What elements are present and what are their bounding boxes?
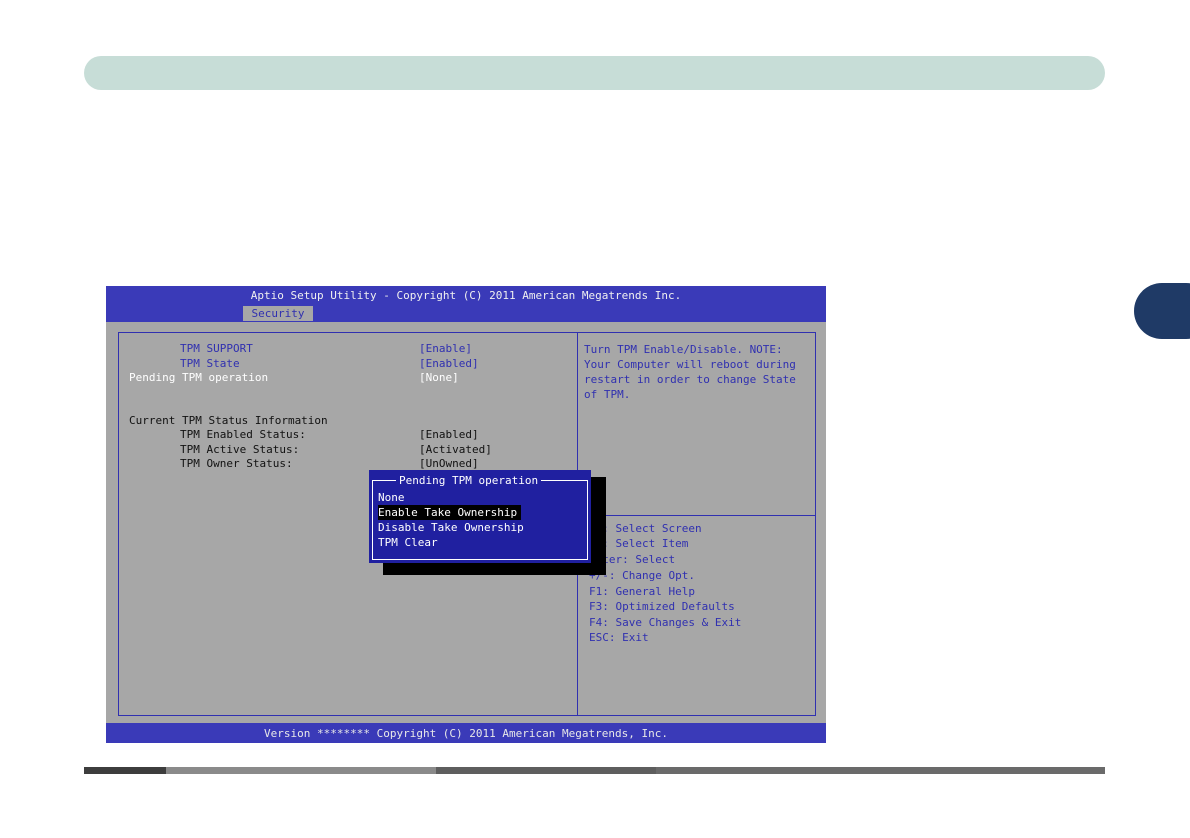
help-text: Turn TPM Enable/Disable. NOTE: Your Comp… <box>584 343 796 401</box>
tab-security[interactable]: Security <box>243 306 313 321</box>
key-general-help: F1: General Help <box>589 585 695 598</box>
pending-tpm-popup: Pending TPM operation None Enable Take O… <box>369 470 591 563</box>
status-heading: Current TPM Status Information <box>129 414 328 427</box>
setting-label-tpm-support[interactable]: TPM SUPPORT <box>180 341 253 356</box>
popup-option-tpm-clear[interactable]: TPM Clear <box>378 535 438 550</box>
footer-rule <box>84 767 1105 774</box>
key-esc-exit: ESC: Exit <box>589 631 649 644</box>
bios-title: Aptio Setup Utility - Copyright (C) 2011… <box>250 289 682 302</box>
page-header-bar <box>84 56 1105 90</box>
status-label-enabled: TPM Enabled Status: <box>180 428 306 441</box>
setting-label-pending-tpm[interactable]: Pending TPM operation <box>129 370 268 385</box>
key-optimized-defaults: F3: Optimized Defaults <box>589 600 735 613</box>
popup-option-disable-take-ownership[interactable]: Disable Take Ownership <box>378 520 524 535</box>
setting-value-tpm-state[interactable]: [Enabled] <box>419 356 479 371</box>
status-value-owner: [UnOwned] <box>419 457 479 470</box>
key-save-exit: F4: Save Changes & Exit <box>589 616 742 629</box>
popup-option-none[interactable]: None <box>378 490 405 505</box>
footer-rule-segment <box>166 767 436 774</box>
status-label-active: TPM Active Status: <box>180 443 300 456</box>
status-value-active: [Activated] <box>419 443 492 456</box>
help-divider <box>578 515 815 516</box>
bios-version: Version ******** Copyright (C) 2011 Amer… <box>264 727 668 740</box>
setting-value-pending-tpm[interactable]: [None] <box>419 370 459 385</box>
chapter-tab <box>1134 283 1190 339</box>
status-value-enabled: [Enabled] <box>419 428 479 441</box>
setting-value-tpm-support[interactable]: [Enable] <box>419 341 472 356</box>
popup-title: Pending TPM operation <box>396 473 542 488</box>
footer-rule-segment <box>84 767 166 774</box>
setting-label-tpm-state[interactable]: TPM State <box>180 356 240 371</box>
status-label-owner: TPM Owner Status: <box>180 457 293 470</box>
popup-option-enable-take-ownership[interactable]: Enable Take Ownership <box>378 505 522 520</box>
footer-rule-segment <box>436 767 656 774</box>
